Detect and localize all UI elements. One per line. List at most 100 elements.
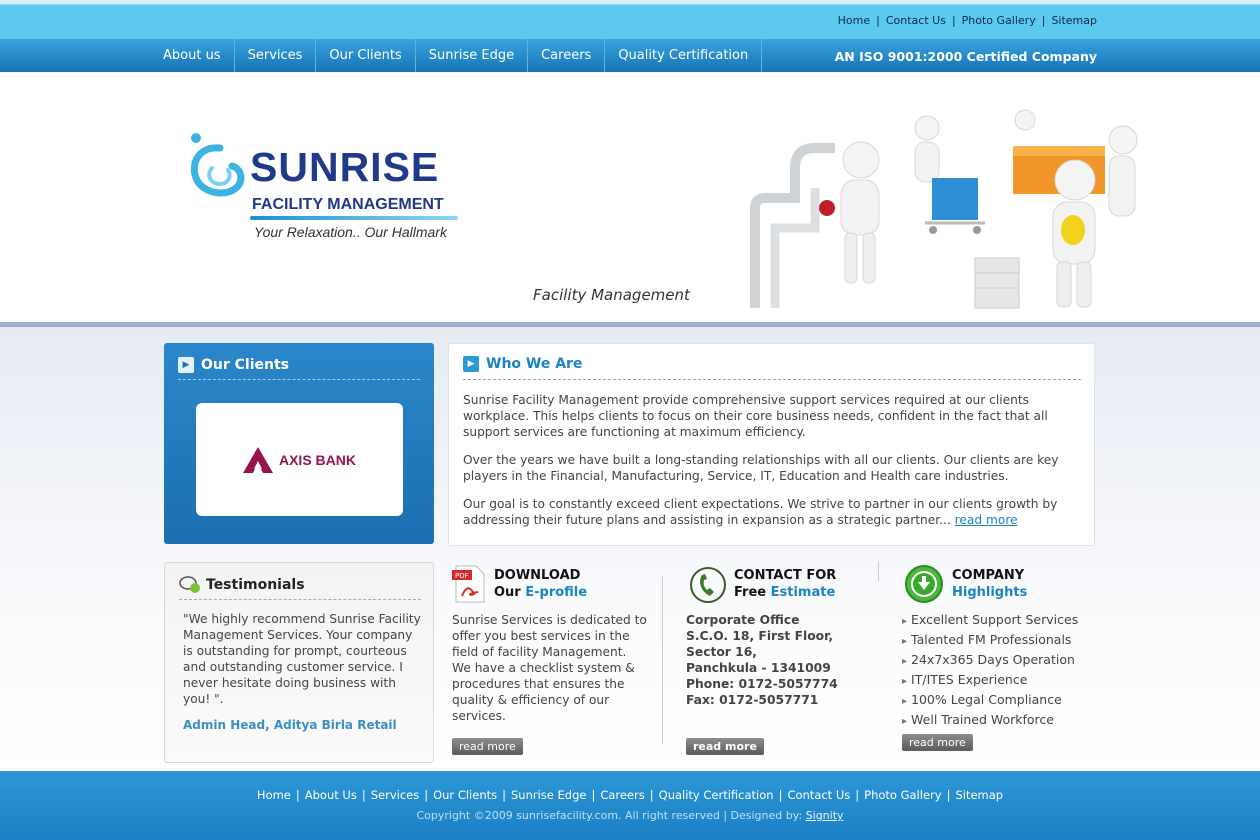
who-we-are-heading: ▶ Who We Are <box>463 356 582 372</box>
footer-link-careers[interactable]: Careers <box>600 788 644 802</box>
nav-sunrise-edge[interactable]: Sunrise Edge <box>416 39 529 73</box>
nav-about-us[interactable]: About us <box>150 39 235 73</box>
nav-quality-certification[interactable]: Quality Certification <box>605 39 763 73</box>
footer-link-our-clients[interactable]: Our Clients <box>433 788 497 802</box>
contact-fax: Fax: 0172-5057771 <box>686 693 819 707</box>
contact-line-1: Corporate Office <box>686 613 800 627</box>
download-heading-line-2: Our E-profile <box>494 584 587 601</box>
main-nav: About us Services Our Clients Sunrise Ed… <box>150 39 763 73</box>
contact-column: CONTACT FOR Free Estimate Corporate Offi… <box>686 562 876 762</box>
contact-address: Corporate Office S.C.O. 18, First Floor,… <box>686 612 871 708</box>
highlight-item: Talented FM Professionals <box>902 631 1097 651</box>
highlight-item: 100% Legal Compliance <box>902 691 1097 711</box>
who-paragraph-2: Over the years we have built a long-stan… <box>463 453 1059 483</box>
testimonials-title: Testimonials <box>206 577 305 593</box>
contact-phone: Phone: 0172-5057774 <box>686 677 838 691</box>
our-clients-heading: ▶ Our Clients <box>178 357 289 373</box>
contact-line-4: Panchkula - 1341009 <box>686 661 831 675</box>
download-text: Sunrise Services is dedicated to offer y… <box>452 613 647 723</box>
footer-link-quality-certification[interactable]: Quality Certification <box>659 788 774 802</box>
header-banner: SUNRISE FACILITY MANAGEMENT Your Relaxat… <box>0 72 1260 324</box>
footer-link-sunrise-edge[interactable]: Sunrise Edge <box>511 788 586 802</box>
company-heading-line-1: COMPANY <box>952 568 1025 583</box>
highlight-item: Excellent Support Services <box>902 611 1097 631</box>
our-clients-title: Our Clients <box>201 357 290 373</box>
green-down-arrow-icon <box>905 565 943 603</box>
download-read-more-button[interactable]: read more <box>452 738 523 755</box>
download-heading: DOWNLOAD Our E-profile <box>494 567 587 601</box>
play-arrow-icon: ▶ <box>463 356 479 372</box>
contact-line-2: S.C.O. 18, First Floor, <box>686 629 834 643</box>
company-heading-line-2: Highlights <box>952 585 1028 600</box>
axis-bank-icon <box>242 446 273 473</box>
divider <box>178 379 420 380</box>
top-link-sitemap[interactable]: Sitemap <box>1051 14 1097 27</box>
download-heading-line-1: DOWNLOAD <box>494 568 581 583</box>
who-we-are-panel: ▶ Who We Are Sunrise Facility Management… <box>448 343 1095 546</box>
our-clients-panel: ▶ Our Clients AXIS BANK <box>164 343 434 544</box>
copyright: Copyright ©2009 sunrisefacility.com. All… <box>0 809 1260 822</box>
copyright-text: Copyright ©2009 sunrisefacility.com. All… <box>416 809 806 822</box>
footer: Home | About Us | Services | Our Clients | Sunri… <box>0 771 1260 840</box>
testimonials-heading: Testimonials <box>179 576 305 594</box>
contact-line-3: Sector 16, <box>686 645 757 659</box>
top-links: Home | Contact Us | Photo Gallery | Sitemap <box>837 14 1097 27</box>
who-we-are-title: Who We Are <box>486 356 583 372</box>
download-heading-eprofile[interactable]: E-profile <box>525 585 587 600</box>
phone-icon[interactable] <box>688 565 728 605</box>
contact-heading-line-2: Free Estimate <box>734 584 836 601</box>
company-highlights-column: COMPANY Highlights Excellent Support Ser… <box>902 562 1097 762</box>
column-divider <box>662 576 663 744</box>
footer-link-about-us[interactable]: About Us <box>305 788 357 802</box>
designer-link[interactable]: Signity <box>806 809 844 822</box>
highlight-item: Well Trained Workforce <box>902 711 1097 731</box>
facility-workers-illustration <box>750 109 1138 309</box>
client-logo: AXIS BANK <box>242 446 356 473</box>
nav-careers[interactable]: Careers <box>528 39 606 73</box>
top-link-contact-us[interactable]: Contact Us <box>886 14 946 27</box>
company-read-more-button[interactable]: read more <box>902 734 973 751</box>
contact-read-more-button[interactable]: read more <box>686 738 764 755</box>
company-logo[interactable]: SUNRISE FACILITY MANAGEMENT Your Relaxat… <box>182 124 462 254</box>
logo-tagline: Your Relaxation.. Our Hallmark <box>254 224 447 240</box>
company-highlights-list: Excellent Support Services Talented FM P… <box>902 611 1097 731</box>
highlight-item: IT/ITES Experience <box>902 671 1097 691</box>
footer-link-contact-us[interactable]: Contact Us <box>787 788 850 802</box>
client-name: AXIS BANK <box>278 451 356 468</box>
company-heading: COMPANY Highlights <box>952 567 1027 601</box>
contact-heading-estimate[interactable]: Estimate <box>771 585 836 600</box>
testimonial-author: Admin Head, Aditya Birla Retail <box>183 718 397 732</box>
nav-services[interactable]: Services <box>235 39 317 73</box>
who-paragraph-1: Sunrise Facility Management provide comp… <box>463 393 1048 439</box>
sunrise-swirl-icon <box>190 133 245 197</box>
nav-our-clients[interactable]: Our Clients <box>316 39 416 73</box>
logo-name: SUNRISE <box>250 144 440 190</box>
logo-underline <box>250 216 458 220</box>
testimonial-quote: "We highly recommend Sunrise Facility Ma… <box>183 612 421 706</box>
contact-heading-free: Free <box>734 585 771 600</box>
contact-heading-line-1: CONTACT FOR <box>734 568 837 583</box>
svg-text:PDF: PDF <box>455 572 469 580</box>
who-paragraph-3: Our goal is to constantly exceed client … <box>463 496 1083 528</box>
column-divider <box>878 561 879 581</box>
footer-link-sitemap[interactable]: Sitemap <box>955 788 1003 802</box>
footer-links: Home | About Us | Services | Our Clients | Sunri… <box>256 788 1004 802</box>
top-link-photo-gallery[interactable]: Photo Gallery <box>962 14 1036 27</box>
play-arrow-icon: ▶ <box>178 357 194 373</box>
top-utility-bar: Home | Contact Us | Photo Gallery | Sitemap <box>0 0 1260 38</box>
pdf-icon[interactable]: PDF <box>452 564 486 604</box>
footer-link-home[interactable]: Home <box>257 788 291 802</box>
main-nav-bar: About us Services Our Clients Sunrise Ed… <box>0 38 1260 73</box>
download-profile-column: PDF DOWNLOAD Our E-profile Sunrise Servi… <box>452 562 652 762</box>
who-read-more-link[interactable]: read more <box>955 513 1018 527</box>
footer-link-services[interactable]: Services <box>371 788 420 802</box>
client-logo-card[interactable]: AXIS BANK <box>196 403 403 516</box>
top-link-home[interactable]: Home <box>838 14 870 27</box>
download-heading-our: Our <box>494 585 526 600</box>
footer-link-photo-gallery[interactable]: Photo Gallery <box>864 788 941 802</box>
header-caption: Facility Management <box>533 286 690 304</box>
divider <box>179 599 421 600</box>
iso-certified-text: AN ISO 9001:2000 Certified Company <box>834 49 1097 64</box>
highlight-item: 24x7x365 Days Operation <box>902 651 1097 671</box>
speech-bubble-icon <box>179 576 200 593</box>
